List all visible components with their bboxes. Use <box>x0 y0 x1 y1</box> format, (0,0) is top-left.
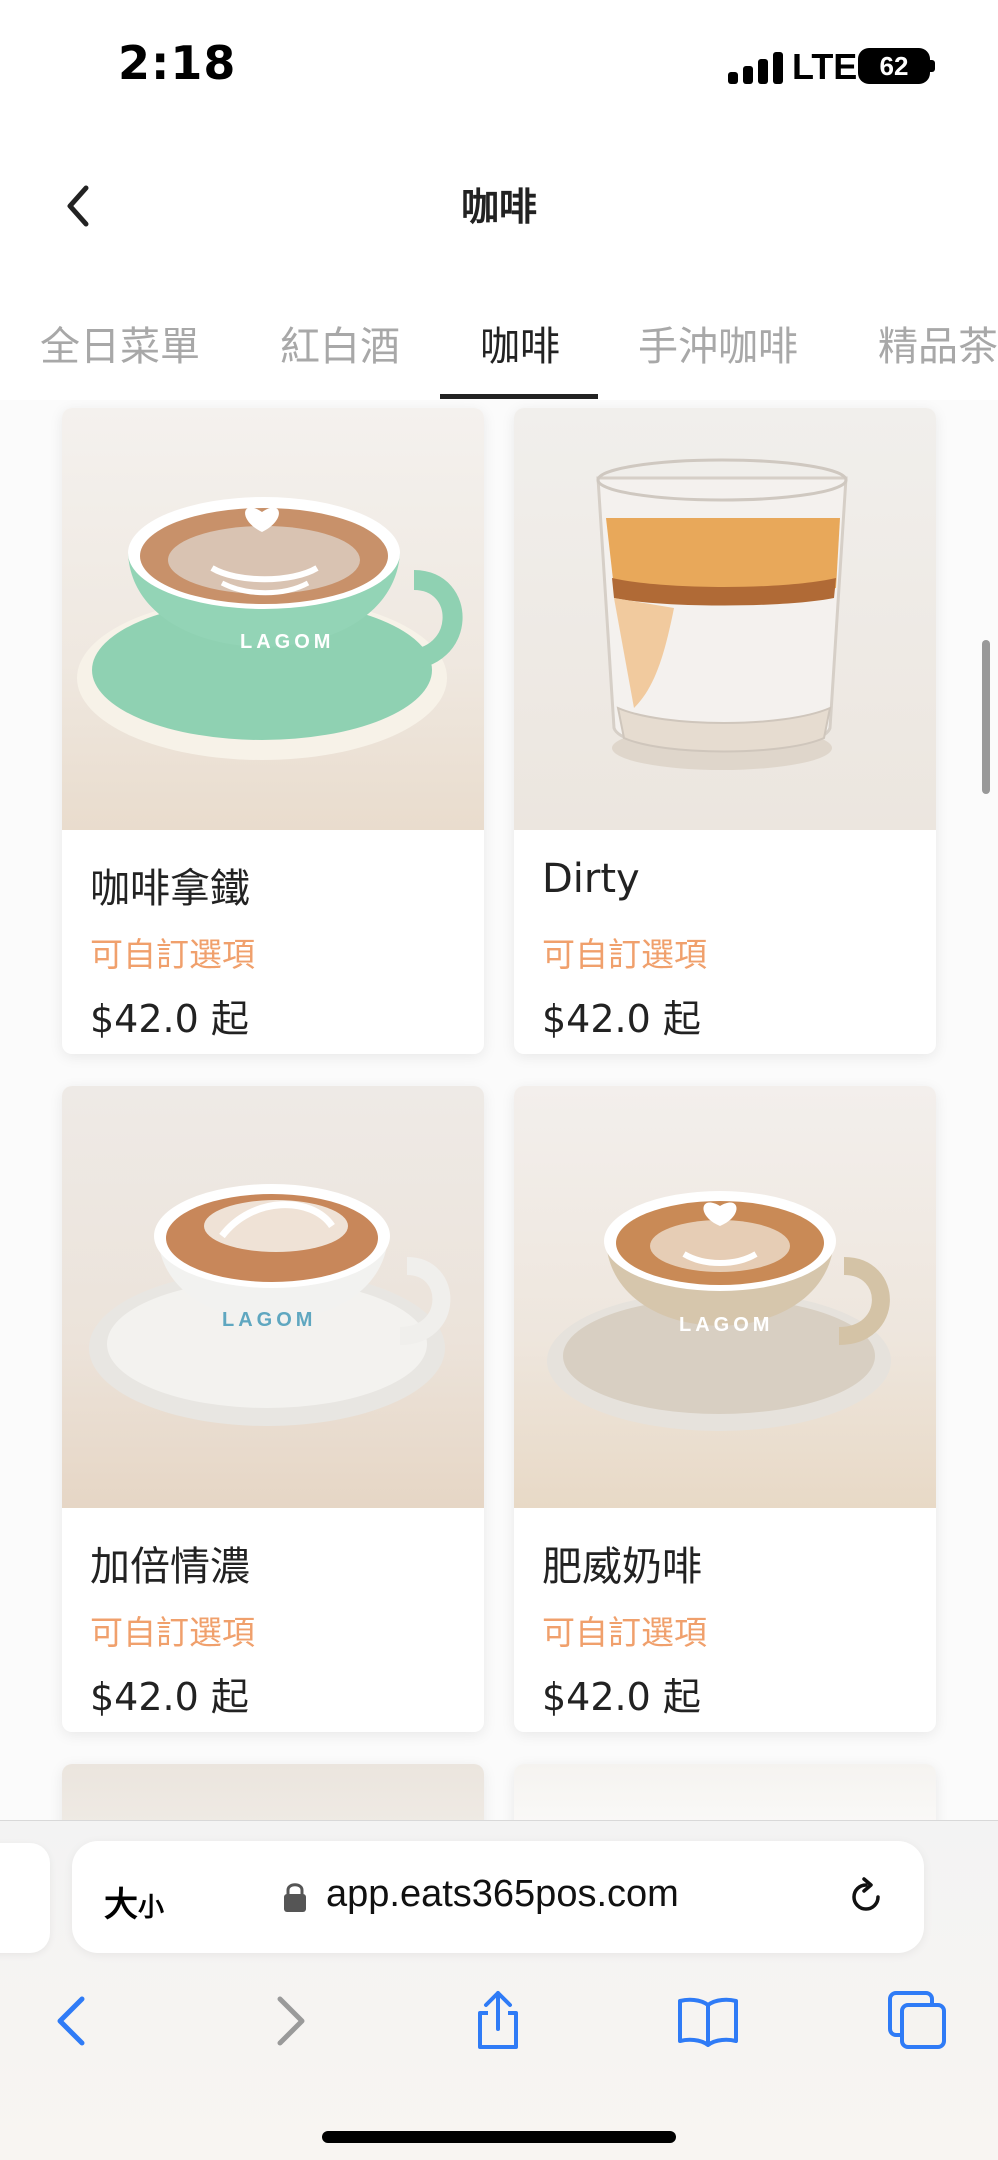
back-arrow-icon[interactable] <box>42 1989 106 2053</box>
browser-toolbar: 大小 app.eats365pos.com <box>0 1820 998 2160</box>
scrollbar[interactable] <box>982 640 990 794</box>
menu-item-card-partial[interactable] <box>514 1764 936 1820</box>
text-size-small-glyph: 小 <box>138 1893 165 1923</box>
tab-pour-over-coffee[interactable]: 手沖咖啡 <box>638 314 798 372</box>
category-tabs: 全日菜單 紅白酒 咖啡 手沖咖啡 精品茶 <box>0 290 998 400</box>
customizable-label: 可自訂選項 <box>542 1613 707 1652</box>
customizable-label: 可自訂選項 <box>542 935 707 974</box>
page-title: 咖啡 <box>460 185 537 229</box>
menu-grid[interactable]: LAGOM 咖啡拿鐵 可自訂選項 $42.0 起 Dirty 可自訂選項 $42… <box>0 400 998 1820</box>
forward-arrow-icon[interactable] <box>256 1989 320 2053</box>
text-size-big-glyph: 大 <box>104 1885 138 1925</box>
bookmarks-icon[interactable] <box>676 1989 740 2053</box>
customizable-label: 可自訂選項 <box>90 1613 255 1652</box>
share-icon[interactable] <box>466 1989 530 2053</box>
tab-coffee[interactable]: 咖啡 <box>480 314 560 372</box>
reload-icon[interactable] <box>844 1875 888 1919</box>
tab-wine[interactable]: 紅白酒 <box>280 314 400 372</box>
menu-item-card-partial[interactable] <box>62 1764 484 1820</box>
menu-item-name: 咖啡拿鐵 <box>90 866 250 912</box>
previous-tab-preview[interactable] <box>0 1843 50 1953</box>
status-bar: 2:18 LTE 62 <box>0 0 998 130</box>
customizable-label: 可自訂選項 <box>90 935 255 974</box>
cup-brand-text: LAGOM <box>240 631 334 653</box>
battery-tip <box>930 60 935 72</box>
tabs-icon[interactable] <box>886 1989 950 2053</box>
menu-item-price: $42.0 起 <box>542 997 701 1041</box>
menu-item-name: 加倍情濃 <box>90 1544 250 1590</box>
cup-brand-text: LAGOM <box>679 1314 773 1336</box>
product-image <box>514 408 936 830</box>
menu-item-price: $42.0 起 <box>90 997 249 1041</box>
product-image: LAGOM <box>514 1086 936 1508</box>
product-image: LAGOM <box>62 1086 484 1508</box>
status-time: 2:18 <box>118 36 237 90</box>
menu-item-card[interactable]: LAGOM 加倍情濃 可自訂選項 $42.0 起 <box>62 1086 484 1732</box>
home-indicator <box>322 2131 676 2143</box>
menu-item-price: $42.0 起 <box>542 1675 701 1719</box>
menu-item-name: 肥威奶啡 <box>542 1544 702 1590</box>
menu-item-price: $42.0 起 <box>90 1675 249 1719</box>
lock-icon <box>284 1883 306 1912</box>
url-text[interactable]: app.eats365pos.com <box>326 1873 679 1916</box>
menu-item-name: Dirty <box>542 856 640 902</box>
product-image: LAGOM <box>62 408 484 830</box>
signal-icon <box>728 52 784 84</box>
tab-all-day-menu[interactable]: 全日菜單 <box>40 314 200 372</box>
page-header: 咖啡 <box>0 140 998 270</box>
menu-item-card[interactable]: LAGOM 咖啡拿鐵 可自訂選項 $42.0 起 <box>62 408 484 1054</box>
address-bar[interactable]: 大小 app.eats365pos.com <box>72 1841 924 1953</box>
cup-brand-text: LAGOM <box>222 1309 316 1331</box>
network-label: LTE <box>792 46 858 87</box>
active-tab-indicator <box>440 394 598 399</box>
text-size-button[interactable]: 大小 <box>104 1877 164 1926</box>
menu-item-card[interactable]: LAGOM 肥威奶啡 可自訂選項 $42.0 起 <box>514 1086 936 1732</box>
menu-item-card[interactable]: Dirty 可自訂選項 $42.0 起 <box>514 408 936 1054</box>
tab-specialty-tea[interactable]: 精品茶 <box>878 314 998 372</box>
battery-icon: 62 <box>858 48 930 84</box>
